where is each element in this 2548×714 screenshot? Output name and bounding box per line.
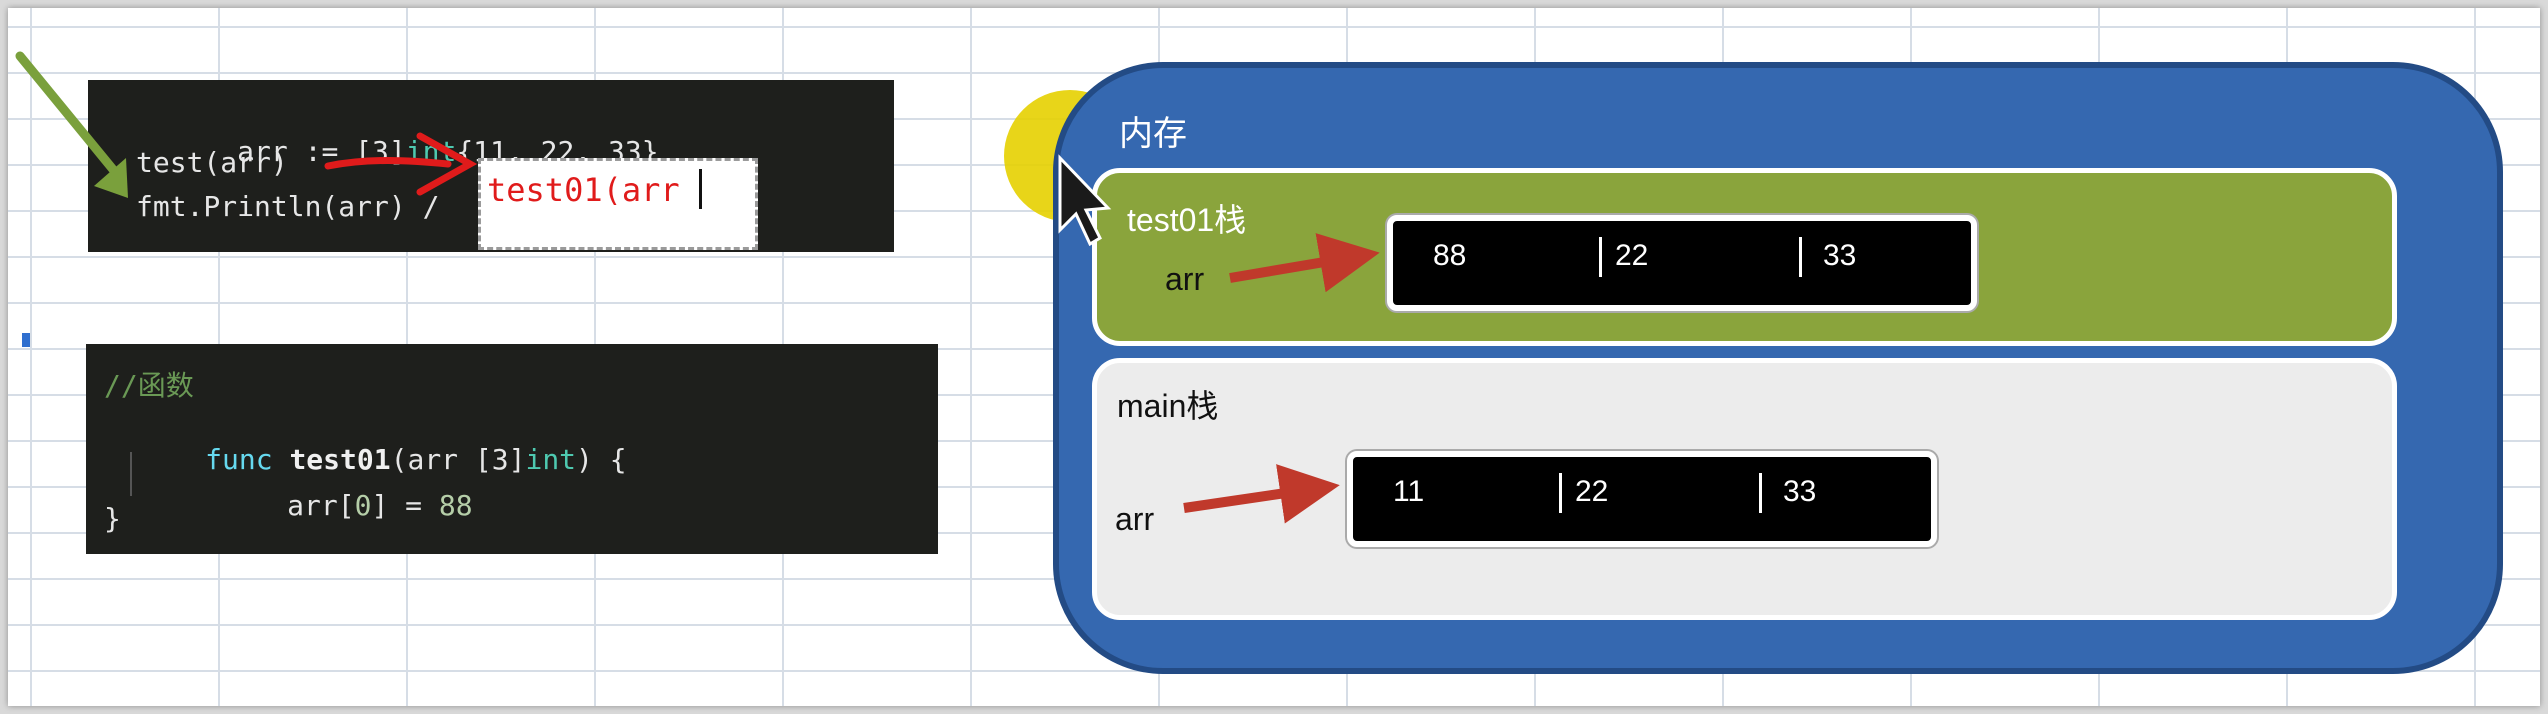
array-cell: 88 <box>1433 239 1467 272</box>
code-line-println: fmt.Println(arr) / <box>136 190 440 223</box>
main-arr-label: arr <box>1115 501 1155 537</box>
main-array-box: 11 22 33 <box>1347 451 1937 547</box>
array-cell: 33 <box>1783 475 1817 508</box>
indent-guide <box>130 452 132 496</box>
annotation-text: test01(arr <box>487 171 680 209</box>
selection-marker <box>22 333 30 347</box>
code-line-test-call: test(arr) <box>136 146 288 179</box>
array-separator <box>1599 237 1602 277</box>
array-separator <box>1759 473 1762 513</box>
memory-diagram: 内存 test01栈 arr 88 22 33 main栈 arr 11 22 … <box>1053 62 2503 674</box>
code-line-close-brace: } <box>104 502 121 535</box>
code-token: ) { <box>576 443 627 476</box>
code-token-number: 0 <box>354 489 372 522</box>
array-cell: 22 <box>1615 239 1649 272</box>
main-stack-title: main栈 <box>1117 388 1219 424</box>
array-cell: 22 <box>1575 475 1609 508</box>
text-caret <box>699 169 702 209</box>
code-token-type: int <box>405 135 457 168</box>
code-token-number: 88 <box>438 489 473 522</box>
code-token: ] = <box>371 489 439 522</box>
spreadsheet-canvas: arr := [3]int{11, 22, 33} test(arr) fmt.… <box>8 8 2540 706</box>
test01-stack-title: test01栈 <box>1127 202 1247 238</box>
array-separator <box>1559 473 1562 513</box>
edit-annotation-box[interactable]: test01(arr <box>478 158 758 250</box>
test01-arr-label: arr <box>1165 261 1205 297</box>
code-token-type: int <box>525 443 577 476</box>
code-token: arr[ <box>287 489 355 522</box>
test01-array-box: 88 22 33 <box>1387 215 1977 311</box>
code-snippet-function: //函数 func test01(arr [3]int) { arr[0] = … <box>86 344 938 554</box>
memory-title: 内存 <box>1119 115 1187 153</box>
code-line-assign: arr[0] = 88 <box>186 456 473 555</box>
array-separator <box>1799 237 1802 277</box>
test01-stack: test01栈 arr 88 22 33 <box>1092 168 2397 346</box>
array-cell: 11 <box>1393 475 1425 508</box>
main-stack: main栈 arr 11 22 33 <box>1092 358 2397 620</box>
code-line-comment: //函数 <box>104 369 194 402</box>
array-cell: 33 <box>1823 239 1857 272</box>
